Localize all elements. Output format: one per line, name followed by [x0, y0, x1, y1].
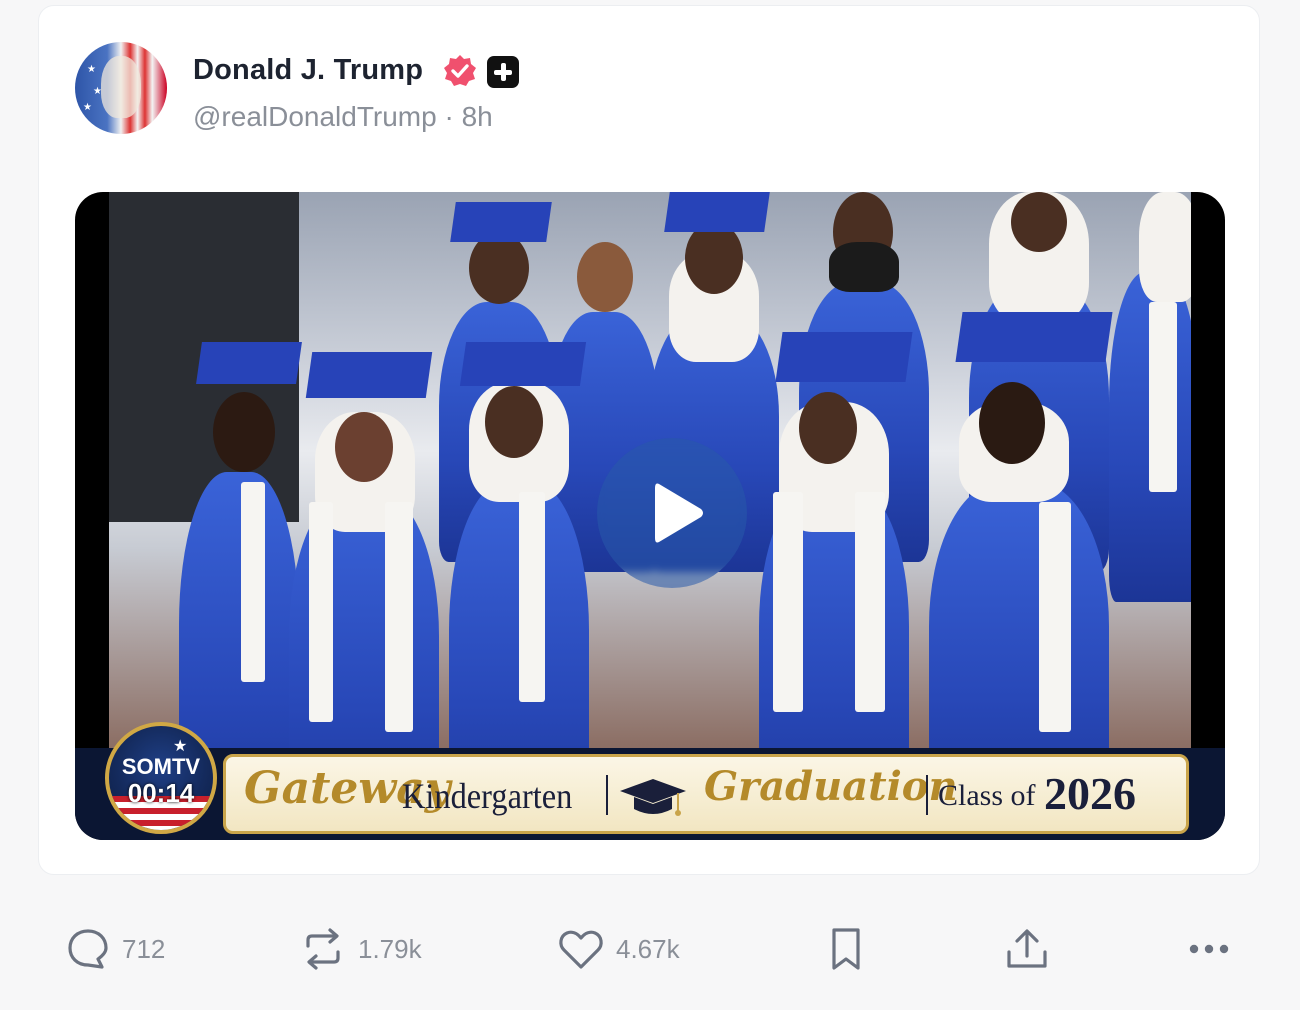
like-icon — [559, 930, 603, 969]
banner-kindergarten: Kindergarten — [402, 776, 573, 816]
post-card: ★ ★ ★ Donald J. Trump @realDonaldTrump ·… — [38, 5, 1260, 875]
author-name[interactable]: Donald J. Trump — [193, 54, 423, 87]
video-player[interactable]: Gateway Kindergarten Graduation Class of… — [75, 192, 1225, 840]
banner-divider — [926, 775, 928, 815]
avatar-star-icon: ★ — [83, 102, 92, 113]
avatar-star-icon: ★ — [87, 64, 96, 75]
avatar-portrait — [101, 56, 141, 118]
video-timestamp: 00:14 — [127, 778, 195, 808]
action-bar: 712 1.79k 4.67k — [0, 900, 1300, 1000]
channel-star-icon: ★ — [173, 738, 188, 755]
like-count: 4.67k — [616, 933, 680, 964]
repost-button[interactable]: 1.79k — [300, 926, 422, 972]
bookmark-button[interactable] — [828, 926, 864, 972]
repost-icon — [306, 928, 340, 970]
play-icon — [655, 483, 703, 543]
reply-count: 712 — [122, 933, 166, 964]
repost-count: 1.79k — [358, 933, 422, 964]
channel-name: SOMTV — [121, 754, 201, 779]
reply-icon — [68, 929, 108, 969]
banner-graduation: Graduation — [704, 763, 958, 810]
play-button[interactable] — [597, 438, 747, 588]
video-frame — [109, 192, 1191, 840]
more-icon — [1189, 944, 1229, 954]
share-icon — [1007, 929, 1047, 968]
plus-badge-icon — [487, 56, 519, 88]
banner-scroll: Gateway Kindergarten Graduation Class of… — [223, 754, 1189, 834]
banner-divider — [606, 775, 608, 815]
bookmark-icon — [832, 928, 860, 970]
author-handle[interactable]: @realDonaldTrump — [193, 101, 437, 132]
like-button[interactable]: 4.67k — [558, 926, 680, 972]
meta-separator: · — [444, 101, 454, 132]
share-button[interactable] — [1004, 926, 1050, 972]
banner-year: 2026 — [1044, 768, 1136, 819]
verified-badge-icon — [444, 55, 476, 86]
channel-logo: ★ SOMTV 00:14 — [105, 722, 217, 834]
reply-button[interactable]: 712 — [66, 926, 165, 972]
video-banner: Gateway Kindergarten Graduation Class of… — [75, 748, 1225, 840]
banner-class-of: Class of — [938, 779, 1036, 812]
post-time[interactable]: 8h — [462, 101, 493, 132]
author-meta: @realDonaldTrump · 8h — [193, 101, 493, 133]
graduation-cap-icon — [620, 779, 686, 816]
avatar[interactable]: ★ ★ ★ — [75, 42, 167, 134]
more-options-button[interactable] — [1186, 926, 1232, 972]
